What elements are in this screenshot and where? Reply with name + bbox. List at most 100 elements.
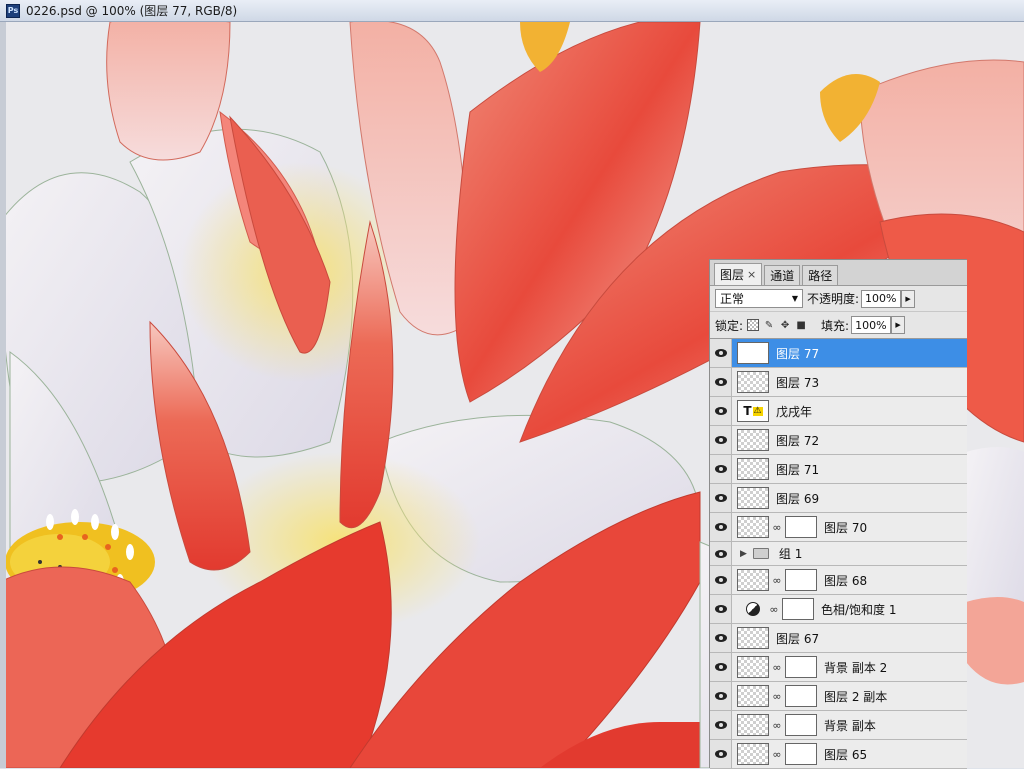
visibility-eye-icon[interactable] [710,368,732,396]
layer-group-row[interactable]: ▶ 组 1 [710,542,967,566]
layer-name: 图层 65 [824,747,868,762]
visibility-eye-icon[interactable] [710,513,732,541]
tab-layers-label: 图层 [720,268,745,282]
layer-row[interactable]: 图层 72 [710,426,967,455]
lock-all-icon[interactable]: ■ [795,319,807,331]
layer-row[interactable]: 图层 67 [710,624,967,653]
layer-name: 背景 副本 2 [824,660,888,675]
fill-slider-arrow-icon[interactable]: ▶ [891,316,906,334]
layer-row[interactable]: ∞ 图层 65 [710,740,967,769]
panel-tabs: 图层 × 通道 路径 [710,260,967,286]
layers-list: 图层 77 图层 73 T ⚠ 戊戌年 图层 72 图层 71 图层 69 ∞ … [710,339,967,769]
layer-row[interactable]: ∞ 图层 2 副本 [710,682,967,711]
layer-thumbnail [737,458,769,480]
layer-mask-thumbnail[interactable] [785,516,817,538]
visibility-eye-icon[interactable] [710,455,732,483]
text-layer-thumbnail: T ⚠ [737,400,769,422]
visibility-eye-icon[interactable] [710,682,732,710]
layer-mask-thumbnail[interactable] [785,569,817,591]
layer-thumbnail [737,685,769,707]
visibility-eye-icon[interactable] [710,397,732,425]
layer-thumbnail [737,743,769,765]
link-chain-icon: ∞ [772,689,782,703]
layer-mask-thumbnail[interactable] [782,598,814,620]
visibility-eye-icon[interactable] [710,595,732,623]
text-layer-t-icon: T [743,404,752,418]
layer-thumbnail [737,487,769,509]
visibility-eye-icon[interactable] [710,653,732,681]
layer-name: 图层 73 [776,375,820,390]
layer-row[interactable]: ∞ 背景 副本 [710,711,967,740]
layers-panel: 图层 × 通道 路径 正常 ▼ 不透明度: 100% ▶ 锁定: ✎ ✥ ■ 填… [709,259,967,769]
visibility-eye-icon[interactable] [710,740,732,768]
lock-label: 锁定: [715,318,744,333]
layer-mask-thumbnail[interactable] [785,714,817,736]
layer-name: 戊戌年 [776,404,813,419]
layer-mask-thumbnail[interactable] [785,656,817,678]
layer-name: 图层 67 [776,631,820,646]
link-chain-icon: ∞ [772,520,782,534]
blend-mode-value: 正常 [720,292,745,306]
adjustment-layer-icon [746,602,760,616]
lock-fill-row: 锁定: ✎ ✥ ■ 填充: 100% ▶ [710,312,967,339]
layer-row[interactable]: 图层 69 [710,484,967,513]
link-chain-icon: ∞ [772,573,782,587]
tab-channels-label: 通道 [770,269,795,283]
opacity-slider-arrow-icon[interactable]: ▶ [901,289,916,308]
blend-mode-select[interactable]: 正常 ▼ [715,289,803,308]
layer-thumbnail [737,342,769,364]
layer-thumbnail [737,429,769,451]
expand-triangle-icon[interactable]: ▶ [740,549,747,559]
visibility-eye-icon[interactable] [710,426,732,454]
link-chain-icon: ∞ [769,602,779,616]
layer-name: 图层 71 [776,462,820,477]
layer-row[interactable]: 图层 77 [710,339,967,368]
layer-name: 图层 77 [776,346,820,361]
layer-thumbnail [737,569,769,591]
visibility-eye-icon[interactable] [710,566,732,594]
layer-thumbnail [737,714,769,736]
opacity-label: 不透明度: [807,292,860,306]
tab-paths[interactable]: 路径 [802,265,839,285]
layer-name: 背景 副本 [824,718,876,733]
photoshop-app-icon: Ps [6,3,20,18]
link-chain-icon: ∞ [772,660,782,674]
layer-name: 图层 2 副本 [824,689,888,704]
left-ruler [0,22,6,768]
visibility-eye-icon[interactable] [710,624,732,652]
visibility-eye-icon[interactable] [710,711,732,739]
layer-row[interactable]: ∞ 背景 副本 2 [710,653,967,682]
lock-brush-icon[interactable]: ✎ [763,319,775,331]
tab-layers[interactable]: 图层 × [714,263,763,285]
lock-transparency-icon[interactable] [747,319,760,331]
layer-row[interactable]: 图层 73 [710,368,967,397]
layer-name: 图层 70 [824,520,868,535]
layer-row[interactable]: 图层 71 [710,455,967,484]
layer-row[interactable]: T ⚠ 戊戌年 [710,397,967,426]
layer-thumbnail [737,371,769,393]
window-title-bar: Ps 0226.psd @ 100% (图层 77, RGB/8) [0,0,1024,22]
close-icon[interactable]: × [747,268,756,281]
layer-row[interactable]: ∞ 图层 68 [710,566,967,595]
layer-thumbnail [737,656,769,678]
visibility-eye-icon[interactable] [710,339,732,367]
visibility-eye-icon[interactable] [710,484,732,512]
link-chain-icon: ∞ [772,718,782,732]
layer-name: 图层 69 [776,491,820,506]
layer-name: 图层 72 [776,433,820,448]
layer-row[interactable]: ∞ 色相/饱和度 1 [710,595,967,624]
layer-row[interactable]: ∞ 图层 70 [710,513,967,542]
layer-mask-thumbnail[interactable] [785,685,817,707]
layer-mask-thumbnail[interactable] [785,743,817,765]
layer-thumbnail [737,627,769,649]
tab-channels[interactable]: 通道 [764,265,801,285]
lock-move-icon[interactable]: ✥ [779,319,791,331]
tab-paths-label: 路径 [808,269,833,283]
dropdown-arrow-icon: ▼ [791,294,798,303]
fill-input[interactable]: 100% [851,316,892,334]
document-title: 0226.psd @ 100% (图层 77, RGB/8) [26,4,238,18]
visibility-eye-icon[interactable] [710,542,732,565]
blend-opacity-row: 正常 ▼ 不透明度: 100% ▶ [710,286,967,312]
opacity-input[interactable]: 100% [861,289,902,308]
folder-icon [752,548,769,559]
